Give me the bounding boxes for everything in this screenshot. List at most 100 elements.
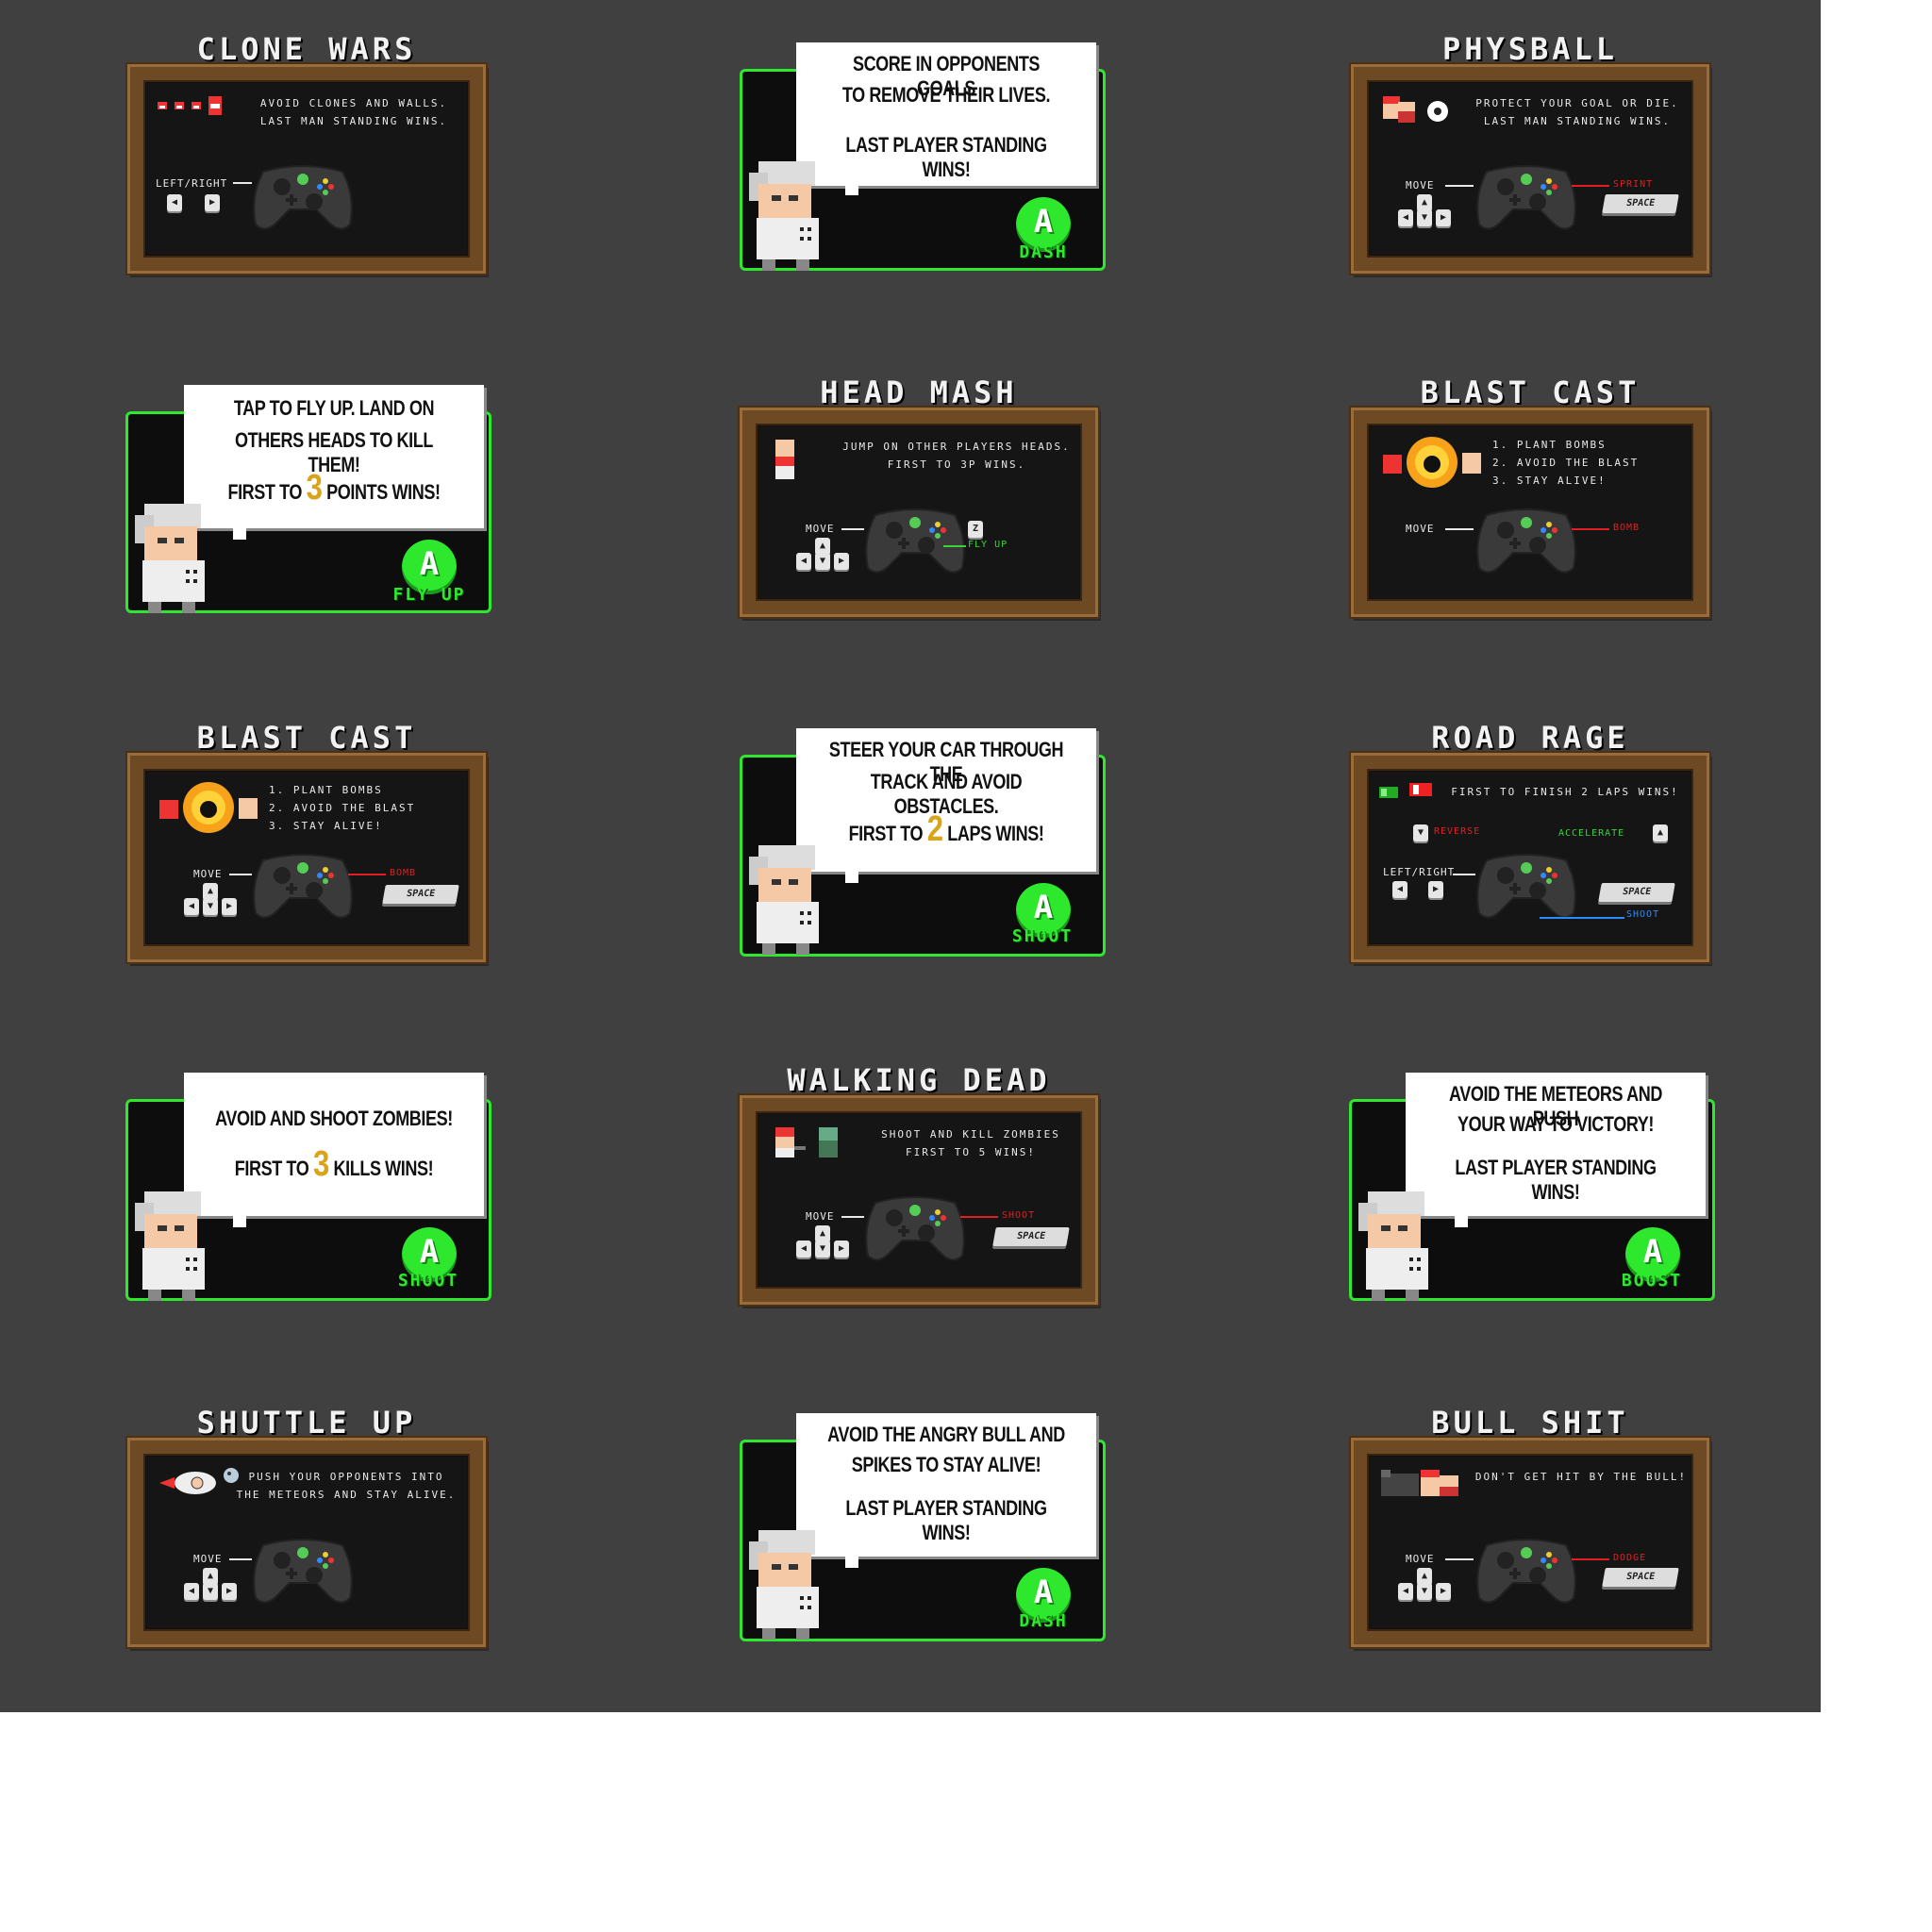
action-label: FLY UP xyxy=(968,540,1008,550)
chalkboard-frame: FIRST TO FINISH 2 LAPS WINS! ▼ REVERSE A… xyxy=(1351,753,1709,962)
connector-line xyxy=(348,874,386,875)
speech-bubble: AVOID THE METEORS AND PUSH YOUR WAY TO V… xyxy=(1406,1073,1706,1216)
connector-line xyxy=(1445,1558,1474,1560)
chalkboard: FIRST TO FINISH 2 LAPS WINS! ▼ REVERSE A… xyxy=(1370,772,1690,943)
bubble-line: YOUR WAY TO VICTORY! xyxy=(1457,1112,1654,1136)
speech-bubble: SCORE IN OPPONENTS GOALS TO REMOVE THEIR… xyxy=(796,42,1096,186)
bubble-line: LAST PLAYER STANDING WINS! xyxy=(1455,1156,1657,1204)
card-fly-up-tutorial: TAP TO FLY UP. LAND ON OTHERS HEADS TO K… xyxy=(125,385,491,615)
card-description: 1. PLANT BOMBS 2. AVOID THE BLAST 3. STA… xyxy=(269,784,416,832)
shoot-label: SHOOT xyxy=(1626,909,1660,920)
bubble-line: TAP TO FLY UP. LAND ON xyxy=(233,396,435,420)
target-number: 3 xyxy=(306,468,323,508)
control-label: LEFT/RIGHT xyxy=(1383,866,1456,878)
card-blast-cast: BLAST CAST 1. PLANT BOMBS 2. AVOID THE B… xyxy=(1351,374,1709,621)
connector-line xyxy=(1445,528,1474,530)
down-key-icon: ▼ xyxy=(815,1241,830,1257)
action-label: DODGE xyxy=(1613,1553,1647,1563)
card-blast-cast: BLAST CAST 1. PLANT BOMBS 2. AVOID THE B… xyxy=(127,719,486,966)
connector-line xyxy=(233,182,252,184)
card-boost-tutorial: AVOID THE METEORS AND PUSH YOUR WAY TO V… xyxy=(1349,1073,1715,1303)
card-title: HEAD MASH xyxy=(820,375,1018,410)
card-head-mash: HEAD MASH JUMP ON OTHER PLAYERS HEADS. F… xyxy=(740,374,1098,621)
left-key-icon: ◀ xyxy=(1392,881,1407,898)
player-zombie-icon xyxy=(772,1125,847,1163)
down-key-icon: ▼ xyxy=(815,553,830,570)
space-key-icon: SPACE xyxy=(1602,1568,1679,1587)
control-label: LEFT/RIGHT xyxy=(156,177,228,190)
card-description: 1. PLANT BOMBS 2. AVOID THE BLAST 3. STA… xyxy=(1492,439,1640,487)
scientist-character-icon xyxy=(1357,1186,1443,1307)
card-dash-bull-tutorial: AVOID THE ANGRY BULL AND SPIKES TO STAY … xyxy=(740,1413,1106,1643)
target-number: 3 xyxy=(312,1144,329,1184)
card-title: PHYSBALL xyxy=(1441,31,1619,67)
control-label: MOVE xyxy=(806,1210,835,1223)
button-action-label: SHOOT xyxy=(397,1271,459,1291)
card-description: AVOID CLONES AND WALLS. LAST MAN STANDIN… xyxy=(259,97,448,127)
chalkboard: JUMP ON OTHER PLAYERS HEADS. FIRST TO 3P… xyxy=(758,426,1079,598)
bubble-line: AVOID THE ANGRY BULL AND xyxy=(827,1423,1065,1446)
left-key-icon: ◀ xyxy=(1398,209,1413,226)
down-key-icon: ▼ xyxy=(1417,1583,1432,1600)
speech-bubble: TAP TO FLY UP. LAND ON OTHERS HEADS TO K… xyxy=(184,385,484,528)
clone-sprites-icon xyxy=(156,94,231,125)
card-description: FIRST TO FINISH 2 LAPS WINS! xyxy=(1451,786,1679,798)
down-key-icon: ▼ xyxy=(1417,209,1432,226)
chalkboard: SHOOT AND KILL ZOMBIES FIRST TO 5 WINS! … xyxy=(758,1114,1079,1286)
card-title: BLAST CAST xyxy=(1420,375,1641,410)
chalkboard-frame: SHOOT AND KILL ZOMBIES FIRST TO 5 WINS! … xyxy=(740,1095,1098,1305)
gamepad-icon xyxy=(1474,158,1579,236)
left-key-icon: ◀ xyxy=(796,1241,811,1257)
bubble-tail xyxy=(233,526,246,540)
right-key-icon: ▶ xyxy=(1428,881,1443,898)
card-description: PROTECT YOUR GOAL OR DIE. LAST MAN STAND… xyxy=(1475,97,1679,127)
connector-line xyxy=(841,1216,864,1218)
chalkboard-frame: DON'T GET HIT BY THE BULL! MOVE ▲ ◀ ▼ ▶ … xyxy=(1351,1438,1709,1647)
gamepad-icon xyxy=(250,1532,356,1609)
card-title: CLONE WARS xyxy=(196,31,417,67)
down-key-icon: ▼ xyxy=(203,1583,218,1600)
right-key-icon: ▶ xyxy=(834,1241,849,1257)
speech-bubble: AVOID THE ANGRY BULL AND SPIKES TO STAY … xyxy=(796,1413,1096,1557)
right-key-icon: ▶ xyxy=(1436,209,1451,226)
right-key-icon: ▶ xyxy=(834,553,849,570)
space-key-icon: SPACE xyxy=(382,885,459,904)
card-physball: PHYSBALL PROTECT YOUR GOAL OR DIE. LAST … xyxy=(1351,30,1709,277)
space-key-icon: SPACE xyxy=(1598,883,1675,902)
speech-bubble: STEER YOUR CAR THROUGH THE TRACK AND AVO… xyxy=(796,728,1096,872)
bubble-tail xyxy=(845,870,858,883)
chalkboard: PUSH YOUR OPPONENTS INTO THE METEORS AND… xyxy=(146,1457,467,1628)
bubble-line: SPIKES TO STAY ALIVE! xyxy=(851,1453,1041,1476)
card-shuttle-up: SHUTTLE UP PUSH YOUR OPPONENTS INTO THE … xyxy=(127,1404,486,1651)
bubble-line: TO REMOVE THEIR LIVES. xyxy=(841,83,1051,107)
card-title: SHUTTLE UP xyxy=(196,1405,417,1441)
bubble-tail xyxy=(845,1555,858,1568)
bubble-line-with-number: FIRST TO 3 POINTS WINS! xyxy=(227,468,441,508)
chalkboard-frame: 1. PLANT BOMBS 2. AVOID THE BLAST 3. STA… xyxy=(127,753,486,962)
chalkboard: PROTECT YOUR GOAL OR DIE. LAST MAN STAND… xyxy=(1370,83,1690,255)
reverse-label: REVERSE xyxy=(1434,826,1481,837)
action-label: BOMB xyxy=(390,868,417,878)
button-action-label: BOOST xyxy=(1621,1271,1683,1291)
chalkboard: 1. PLANT BOMBS 2. AVOID THE BLAST 3. STA… xyxy=(146,772,467,943)
card-bull-shit: BULL SHIT DON'T GET HIT BY THE BULL! MOV… xyxy=(1351,1404,1709,1651)
control-label: MOVE xyxy=(1406,179,1435,192)
connector-line xyxy=(960,1216,998,1218)
button-action-label: DASH xyxy=(1019,1611,1068,1631)
card-dash-tutorial: SCORE IN OPPONENTS GOALS TO REMOVE THEIR… xyxy=(740,42,1106,273)
connector-line xyxy=(943,545,966,547)
control-label: MOVE xyxy=(193,868,223,880)
right-key-icon: ▶ xyxy=(1436,1583,1451,1600)
bubble-line: LAST PLAYER STANDING WINS! xyxy=(845,133,1047,181)
left-key-icon: ◀ xyxy=(796,553,811,570)
connector-line xyxy=(1540,917,1624,919)
control-label: MOVE xyxy=(806,523,835,535)
left-key-icon: ◀ xyxy=(167,194,182,211)
action-label: SPRINT xyxy=(1613,179,1654,190)
chalkboard: DON'T GET HIT BY THE BULL! MOVE ▲ ◀ ▼ ▶ … xyxy=(1370,1457,1690,1628)
card-title: BLAST CAST xyxy=(196,720,417,756)
space-key-icon: SPACE xyxy=(1602,194,1679,213)
gamepad-icon xyxy=(250,847,356,924)
card-title: BULL SHIT xyxy=(1431,1405,1629,1441)
button-action-label: DASH xyxy=(1019,242,1068,262)
